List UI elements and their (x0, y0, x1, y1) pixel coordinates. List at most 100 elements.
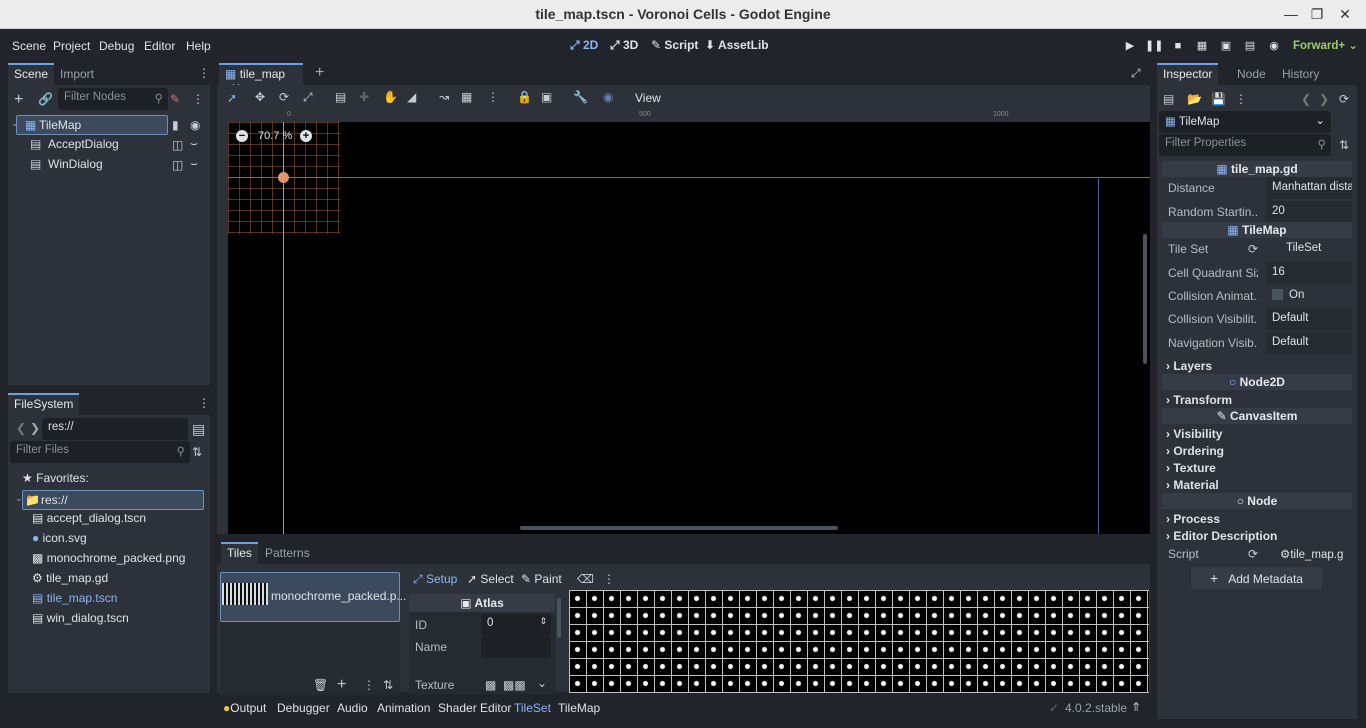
tab-output[interactable]: ●Output (223, 701, 266, 715)
workspace-2d-button[interactable]: ⤢ 2D (570, 38, 598, 53)
texture-preview-icon[interactable]: ▩▩ (503, 678, 526, 692)
id-spinbox[interactable]: 0 ⇕ (481, 614, 551, 636)
attach-script-icon[interactable]: ✎ (170, 92, 180, 106)
mode-select-button[interactable]: ➚ Select (467, 572, 514, 586)
tab-debugger[interactable]: Debugger (277, 701, 330, 715)
tab-tilemap[interactable]: TileMap (558, 701, 600, 715)
zoom-in-icon[interactable]: + (300, 130, 312, 142)
visibility-closed-icon[interactable]: ⌣ (190, 136, 198, 151)
tab-inspector[interactable]: Inspector (1157, 63, 1219, 85)
tab-animation[interactable]: Animation (377, 701, 430, 715)
workspace-3d-button[interactable]: ⤢ 3D (610, 38, 638, 53)
override-camera-icon[interactable]: ◉ (603, 90, 613, 104)
tile-atlas-view[interactable] (569, 590, 1149, 693)
resource-menu-icon[interactable]: ⋮ (1235, 92, 1247, 106)
object-history-icon[interactable]: ⟳ (1339, 92, 1349, 106)
collision-animatable-checkbox[interactable]: On (1266, 285, 1352, 307)
canvas-viewport[interactable]: − 70.7 % + (228, 122, 1150, 534)
view-menu[interactable]: View (635, 91, 661, 105)
group-ordering[interactable]: › Ordering (1166, 444, 1224, 458)
revert-icon[interactable]: ⟳ (1248, 242, 1258, 256)
skeleton-icon[interactable]: 🔧 (573, 90, 588, 104)
workspace-assetlib-button[interactable]: ⬇ AssetLib (705, 38, 769, 52)
file-accept-dialog[interactable]: ▤ accept_dialog.tscn (32, 511, 202, 531)
eraser-icon[interactable]: ⌫ (577, 572, 594, 586)
menu-scene[interactable]: Scene (12, 39, 46, 53)
collision-visibility-select[interactable]: Default (1266, 308, 1352, 330)
list-select-icon[interactable]: ▤ (335, 90, 346, 104)
add-source-icon[interactable]: + (337, 676, 346, 694)
pan-mode-icon[interactable]: ✋ (383, 90, 398, 104)
ruler-mode-icon[interactable]: ◢ (407, 90, 416, 104)
tab-tiles[interactable]: Tiles (221, 542, 258, 564)
cell-quadrant-spinbox[interactable]: 16 (1266, 262, 1352, 284)
minimize-icon[interactable]: — (1282, 5, 1300, 23)
instance-scene-icon[interactable]: 🔗 (38, 92, 53, 106)
script-icon[interactable]: ▮ (172, 118, 179, 132)
tab-history[interactable]: History (1276, 63, 1325, 85)
folder-res-root[interactable]: ⌄ 📁 res:// (15, 490, 204, 510)
script-resource-picker[interactable]: ⚙tile_map.g (1266, 543, 1352, 565)
tileset-resource-picker[interactable]: TileSet (1266, 238, 1352, 260)
file-icon-svg[interactable]: ● icon.svg (32, 531, 202, 551)
tab-patterns[interactable]: Patterns (259, 542, 316, 564)
menu-help[interactable]: Help (186, 39, 211, 53)
group-icon[interactable]: ▣ (541, 90, 552, 104)
property-navigation-visibility[interactable]: Navigation Visib... Default (1162, 332, 1352, 355)
atlas-scrollbar[interactable] (557, 598, 561, 638)
new-scene-tab-icon[interactable]: + (315, 64, 324, 82)
visibility-icon[interactable]: ◉ (190, 118, 200, 132)
history-back-icon[interactable]: ❮ (1301, 92, 1311, 106)
scale-mode-icon[interactable]: ⤢ (303, 90, 313, 105)
group-material[interactable]: › Material (1166, 478, 1219, 492)
distraction-free-icon[interactable]: ⤢ (1131, 66, 1141, 81)
group-texture[interactable]: › Texture (1166, 461, 1216, 475)
grid-snap-icon[interactable]: ▦ (461, 90, 472, 104)
close-window-icon[interactable]: ✕ (1336, 5, 1354, 23)
lock-icon[interactable]: 🔒 (517, 90, 532, 104)
property-distance[interactable]: Distance Manhattan distan (1162, 177, 1352, 200)
tree-node-tilemap[interactable]: ⌄ ▦ TileMap (11, 115, 168, 135)
horizontal-scrollbar[interactable] (520, 526, 838, 530)
zoom-out-icon[interactable]: − (236, 130, 248, 142)
source-item-monochrome[interactable]: monochrome_packed.p... (220, 572, 406, 622)
property-collision-animatable[interactable]: Collision Animat... On (1162, 285, 1352, 308)
property-collision-visibility[interactable]: Collision Visibilit... Default (1162, 308, 1352, 331)
navigation-visibility-select[interactable]: Default (1266, 332, 1352, 354)
file-tile-map-tscn[interactable]: ▤ tile_map.tscn (32, 591, 202, 611)
menu-editor[interactable]: Editor (144, 39, 175, 53)
tab-scene[interactable]: Scene (8, 63, 55, 85)
property-sort-icon[interactable]: ⇅ (1339, 138, 1349, 152)
object-selector[interactable]: ▦ TileMap ⌄ (1159, 111, 1331, 133)
visibility-closed-icon[interactable]: ⌣ (190, 156, 198, 171)
delete-source-icon[interactable]: 🗑 (313, 678, 328, 692)
tab-import[interactable]: Import (54, 63, 100, 85)
source-menu-icon[interactable]: ⋮ (363, 678, 375, 692)
scene-menu-icon[interactable]: ⋮ (192, 92, 204, 106)
remote-debug-icon[interactable]: ▦ (1193, 37, 1211, 55)
tab-filesystem[interactable]: FileSystem (8, 393, 80, 415)
favorites-folder[interactable]: ★ Favorites: (22, 471, 202, 491)
menu-project[interactable]: Project (53, 39, 90, 53)
smart-snap-icon[interactable]: ↝ (439, 90, 449, 104)
pivot-icon[interactable]: ✚ (359, 90, 369, 104)
group-layers[interactable]: › Layers (1166, 359, 1212, 373)
group-editor-description[interactable]: › Editor Description (1166, 529, 1277, 543)
scene-tab-tile-map[interactable]: ▦ tile_map ✕ (219, 63, 303, 95)
file-tile-map-gd[interactable]: ⚙ tile_map.gd (32, 571, 202, 591)
instance-icon[interactable]: ◫ (172, 158, 183, 172)
property-random-starting[interactable]: Random Startin... 20 (1162, 201, 1352, 224)
expand-panel-icon[interactable]: ⇑ (1131, 700, 1141, 714)
vertical-scrollbar[interactable] (1143, 234, 1147, 364)
sort-icon[interactable]: ⇅ (192, 445, 202, 459)
pause-icon[interactable]: ❚❚ (1145, 37, 1163, 55)
new-resource-icon[interactable]: ▤ (1163, 92, 1174, 106)
tree-node-windialog[interactable]: ▤ WinDialog (30, 155, 170, 175)
add-metadata-button[interactable]: + Add Metadata (1191, 567, 1322, 589)
tree-node-acceptdialog[interactable]: ▤ AcceptDialog (30, 135, 170, 155)
workspace-script-button[interactable]: ✎ Script (651, 38, 698, 52)
open-resource-icon[interactable]: 📂 (1187, 92, 1202, 106)
snap-options-icon[interactable]: ⋮ (487, 90, 499, 104)
property-cell-quadrant-size[interactable]: Cell Quadrant Size 16 (1162, 262, 1352, 285)
dock-menu-icon[interactable]: ⋮ (198, 396, 210, 410)
